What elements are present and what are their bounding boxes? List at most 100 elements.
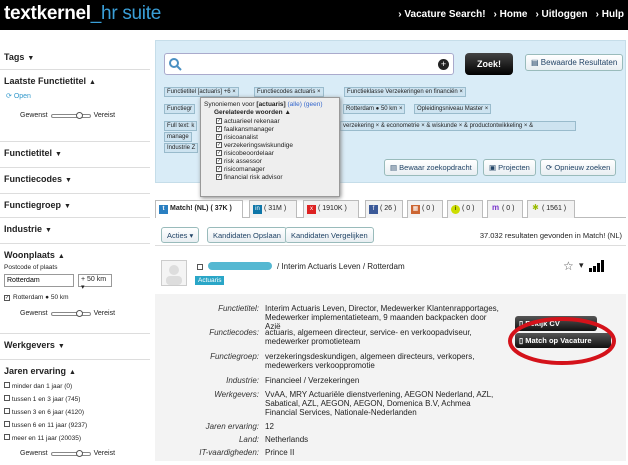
nav-vacature-search[interactable]: › Vacature Search! [398, 9, 485, 20]
jaren-option[interactable]: tussen 6 en 11 jaar (9237) [4, 419, 87, 432]
acties-dropdown[interactable]: Acties ▾ [161, 227, 200, 243]
weight-slider[interactable]: Gewenst Vereist [20, 309, 115, 317]
kandidaten-opslaan-button[interactable]: Kandidaten Opslaan [207, 227, 287, 243]
star-icon[interactable]: ☆ [563, 259, 574, 273]
facet-tags[interactable]: Tags ▼ [0, 40, 150, 70]
candidate-result: / Interim Actuaris Leven / Rotterdam Act… [155, 252, 626, 461]
tag-functiecodes[interactable]: Functiecodes actuaris × [254, 87, 324, 97]
add-icon[interactable]: + [438, 59, 449, 70]
checkbox-checked[interactable]: ✓ [216, 126, 222, 132]
facet-laatste-functietitel[interactable]: Laatste Functietitel ▲ ⟳ Open Gewenst Ver… [0, 70, 150, 142]
slider-handle[interactable] [75, 449, 83, 457]
checkbox-checked[interactable]: ✓ [216, 142, 222, 148]
chevron-down-icon[interactable]: ▾ [579, 260, 584, 271]
candidate-title[interactable]: / Interim Actuaris Leven / Rotterdam [277, 262, 405, 271]
checkbox[interactable] [4, 434, 10, 440]
select-all-none-links[interactable]: (alle) (geen) [287, 101, 322, 108]
nav-hulp[interactable]: › Hulp [596, 9, 624, 20]
checkbox-checked[interactable]: ✓ [216, 118, 222, 124]
facet-industrie[interactable]: Industrie ▼ [0, 218, 150, 244]
logo[interactable]: textkernel_hr suite [4, 3, 161, 25]
weight-slider[interactable]: Gewenst Vereist [20, 111, 115, 119]
opnieuw-zoeken-button[interactable]: ⟳ Opnieuw zoeken [540, 159, 617, 176]
checkbox[interactable] [4, 382, 10, 388]
jaren-option[interactable]: meer en 11 jaar (20035) [4, 432, 87, 445]
jaren-option[interactable]: minder dan 1 jaar (0) [4, 380, 87, 393]
tab-match-nl[interactable]: t Match! (NL) ( 37K ) [155, 200, 243, 218]
facet-werkgevers[interactable]: Werkgevers ▼ [0, 334, 150, 360]
projecten-button[interactable]: ▣ Projecten [483, 159, 536, 176]
checkbox-checked[interactable]: ✓ [216, 166, 222, 172]
checkbox-checked[interactable]: ✓ [4, 294, 10, 301]
facet-functietitel[interactable]: Functietitel ▼ [0, 142, 150, 168]
top-bar: textkernel_hr suite › Vacature Search! ›… [0, 0, 628, 30]
checkbox[interactable] [4, 408, 10, 414]
slider-handle[interactable] [75, 309, 83, 317]
tag-functietitel[interactable]: Functietitel [actuaris] +6 × [164, 87, 239, 97]
tab-source-6[interactable]: i( 0 ) [447, 200, 483, 218]
synonym-item[interactable]: ✓ risicoanalist [216, 133, 336, 141]
checkbox-checked[interactable]: ✓ [216, 150, 222, 156]
checkbox[interactable] [4, 395, 10, 401]
jaren-option[interactable]: tussen 3 en 6 jaar (4120) [4, 406, 87, 419]
synonym-item[interactable]: ✓ risicomanager [216, 165, 336, 173]
search-input[interactable]: + [164, 53, 454, 75]
facet-woonplaats[interactable]: Woonplaats▲ Postcode of plaats + 50 km ▾… [0, 244, 150, 334]
checkbox-checked[interactable]: ✓ [216, 158, 222, 164]
facet-jaren-ervaring[interactable]: Jaren ervaring ▲ minder dan 1 jaar (0) tu… [0, 360, 150, 465]
redacted-name[interactable] [208, 262, 272, 270]
textkernel-icon: t [159, 205, 168, 214]
top-nav: › Vacature Search! › Home › Uitloggen › … [398, 9, 624, 20]
checkbox[interactable] [4, 421, 10, 427]
tab-source-8[interactable]: ✱( 1561 ) [527, 200, 575, 218]
nav-home[interactable]: › Home [494, 9, 528, 20]
facet-label: Laatste Functietitel [4, 76, 87, 86]
tag-fulltext-terms[interactable]: verzekering × & econometrie × & wiskunde… [340, 121, 576, 131]
kandidaten-vergelijken-button[interactable]: Kandidaten Vergelijken [285, 227, 374, 243]
synonym-item[interactable]: ✓ risicobeoordelaar [216, 149, 336, 157]
tab-source-5[interactable]: ▦( 0 ) [407, 200, 443, 218]
source-icon: ▦ [411, 205, 420, 214]
heading-term: [actuaris] [256, 101, 286, 108]
tab-linkedin[interactable]: in( 31M ) [249, 200, 297, 218]
tab-source-7[interactable]: m( 0 ) [487, 200, 523, 218]
tab-facebook[interactable]: f( 26 ) [365, 200, 403, 218]
tag-fulltext[interactable]: Full text: k [164, 121, 198, 131]
tag-opleidingsniveau[interactable]: Opleidingsniveau Master × [414, 104, 492, 114]
facet-label: Functiegroep [4, 200, 62, 210]
button-label: Projecten [498, 163, 530, 172]
plaats-input[interactable] [4, 274, 74, 287]
synonym-item[interactable]: ✓ risk assessor [216, 157, 336, 165]
bewaar-zoekopdracht-button[interactable]: ▤ Bewaar zoekopdracht [384, 159, 478, 176]
synonym-item[interactable]: ✓ actuarieel rekenaar [216, 117, 336, 125]
jaren-option[interactable]: tussen 1 en 3 jaar (745) [4, 393, 87, 406]
related-words-heading[interactable]: Gerelateerde woorden ▲ [214, 109, 336, 116]
radius-select[interactable]: + 50 km ▾ [78, 274, 112, 291]
tag-manage[interactable]: manage [164, 132, 192, 142]
synonym-item[interactable]: ✓ verzekeringswiskundige [216, 141, 336, 149]
tag-woonplaats[interactable]: Rotterdam ● 50 km × [343, 104, 406, 114]
rotterdam-checkbox-row[interactable]: ✓ Rotterdam ● 50 km [4, 294, 69, 301]
tag-functiegroep[interactable]: Functiegr [164, 104, 196, 114]
weight-slider[interactable]: Gewenst Vereist [20, 449, 115, 457]
tag-industrie[interactable]: Industrie Z [164, 143, 199, 153]
slider-track[interactable] [50, 111, 91, 119]
slider-track[interactable] [50, 309, 91, 317]
tab-xing[interactable]: x( 1910K ) [303, 200, 359, 218]
facet-functiecodes[interactable]: Functiecodes ▼ [0, 168, 150, 194]
tag-functieklasse[interactable]: Functieklasse Verzekeringen en financiën… [344, 87, 466, 97]
candidate-checkbox[interactable] [197, 264, 203, 270]
tab-label: ( 1561 ) [542, 205, 567, 212]
field-value: actuaris, algemeen directeur, service- e… [265, 328, 472, 346]
checkbox-checked[interactable]: ✓ [216, 174, 222, 180]
open-link[interactable]: ⟳ Open [6, 92, 31, 100]
nav-uitloggen[interactable]: › Uitloggen [535, 9, 587, 20]
synonym-item[interactable]: ✓ financial risk advisor [216, 173, 336, 181]
checkbox-checked[interactable]: ✓ [216, 134, 222, 140]
bewaarde-resultaten-button[interactable]: ▤ Bewaarde Resultaten [525, 54, 624, 71]
facet-functiegroep[interactable]: Functiegroep ▼ [0, 194, 150, 218]
slider-handle[interactable] [75, 111, 83, 119]
synonym-item[interactable]: ✓ faalkansmanager [216, 125, 336, 133]
zoek-button[interactable]: Zoek! [465, 53, 513, 75]
slider-track[interactable] [50, 449, 91, 457]
